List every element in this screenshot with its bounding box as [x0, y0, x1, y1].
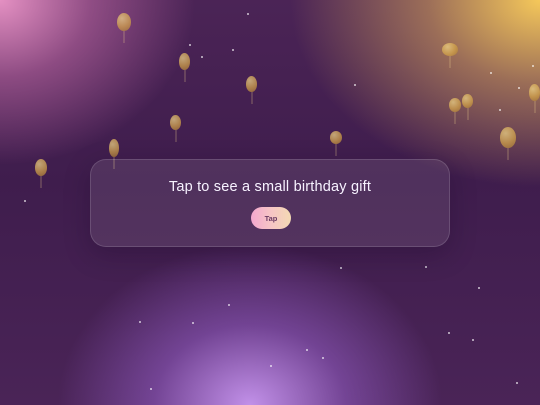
sparkle-icon [189, 44, 191, 46]
sparkle-icon [139, 321, 141, 323]
sparkle-icon [516, 382, 518, 384]
balloon-icon [246, 76, 257, 92]
sparkle-icon [354, 84, 356, 86]
sparkle-icon [518, 87, 520, 89]
balloon-icon [170, 115, 181, 130]
gift-card: Tap to see a small birthday gift Tap [90, 159, 450, 247]
sparkle-icon [448, 332, 450, 334]
sparkle-icon [499, 109, 501, 111]
sparkle-icon [270, 365, 272, 367]
sparkle-icon [150, 388, 152, 390]
sparkle-icon [232, 49, 234, 51]
sparkle-icon [472, 339, 474, 341]
sparkle-icon [532, 65, 534, 67]
balloon-icon [442, 43, 458, 56]
sparkle-icon [247, 13, 249, 15]
sparkle-icon [490, 72, 492, 74]
balloon-icon [117, 13, 131, 31]
sparkle-icon [478, 287, 480, 289]
balloon-icon [109, 139, 119, 157]
tap-button[interactable]: Tap [251, 207, 291, 229]
sparkle-icon [24, 200, 26, 202]
sparkle-icon [192, 322, 194, 324]
sparkle-icon [322, 357, 324, 359]
balloon-icon [449, 98, 461, 112]
balloon-icon [500, 127, 516, 148]
sparkle-icon [201, 56, 203, 58]
sparkle-icon [228, 304, 230, 306]
gift-message: Tap to see a small birthday gift [168, 179, 372, 195]
balloon-icon [330, 131, 342, 144]
balloon-icon [35, 159, 47, 176]
balloon-icon [462, 94, 473, 108]
sparkle-icon [306, 349, 308, 351]
balloon-icon [529, 84, 540, 101]
sparkle-icon [425, 266, 427, 268]
balloon-icon [179, 53, 190, 70]
sparkle-icon [340, 267, 342, 269]
